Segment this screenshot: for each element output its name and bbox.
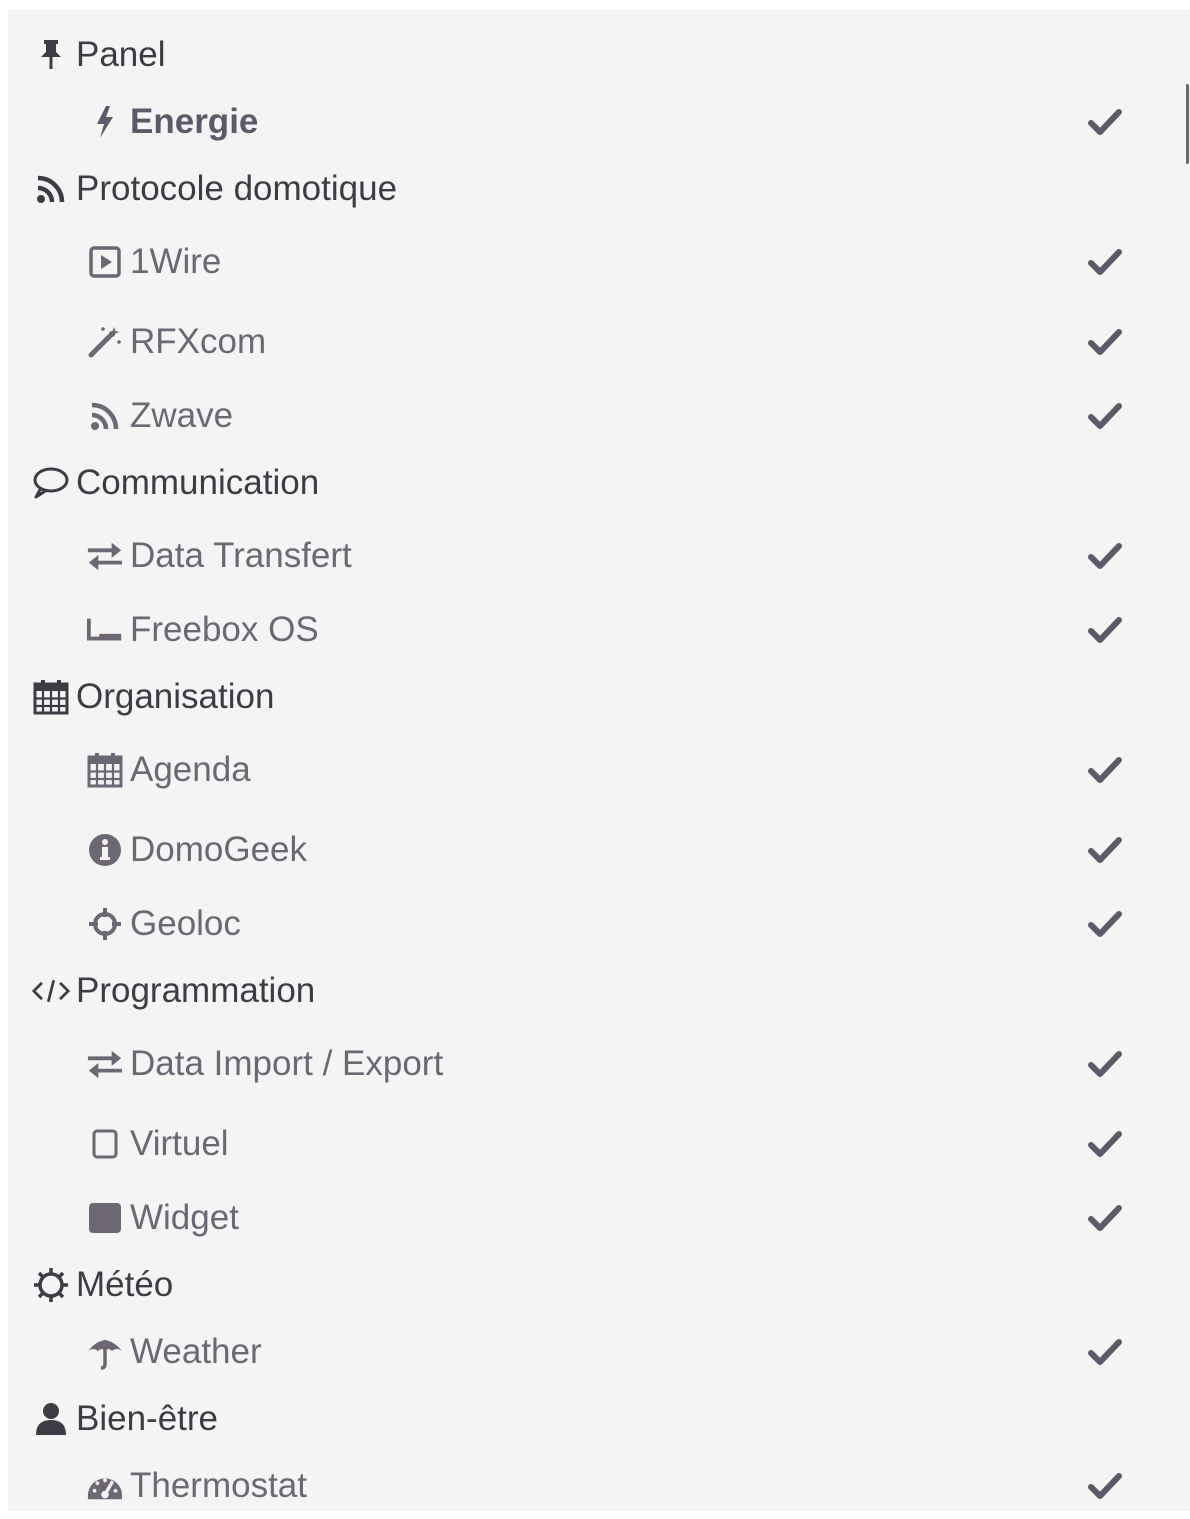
menu-item[interactable]: 1Wire [8,222,1190,302]
exchange-icon [86,1045,124,1083]
menu-category: Organisation [8,663,1190,730]
menu-category: Bien-être [8,1385,1190,1452]
menu-item[interactable]: Agenda [8,730,1190,810]
menu-item[interactable]: Zwave [8,382,1190,449]
check-icon [1088,754,1122,786]
menu-item[interactable]: RFXcom [8,302,1190,382]
square-filled-icon [86,1199,124,1237]
menu-item-label: Freebox OS [130,609,319,649]
exchange-icon [86,537,124,575]
menu-category: Protocole domotique [8,155,1190,222]
router-icon [86,611,124,649]
umbrella-icon [86,1333,124,1371]
menu-item-label: Data Transfert [130,536,352,575]
menu-item-label: RFXcom [130,322,267,361]
menu-category: Météo [8,1251,1190,1318]
menu-item[interactable]: Freebox OS [8,596,1190,663]
info-circle-icon [86,831,124,869]
menu-category-label: Panel [76,34,166,74]
menu-item-label: Data Import / Export [130,1044,444,1083]
play-square-icon [86,243,124,281]
menu-category: Communication [8,449,1190,516]
menu-item[interactable]: Energie [8,88,1190,155]
menu-category: Programmation [8,957,1190,1024]
dashboard-icon [86,1467,124,1505]
menu-category-label: Protocole domotique [76,168,398,208]
rss-icon [32,170,70,208]
menu-item[interactable]: Data Import / Export [8,1024,1190,1104]
check-icon [1088,246,1122,278]
menu-item-label: DomoGeek [130,830,308,869]
menu-item[interactable]: Thermostat [8,1452,1190,1519]
menu-item[interactable]: Widget [8,1184,1190,1251]
check-icon [1088,1202,1122,1234]
menu-category-label: Programmation [76,970,316,1010]
user-icon [32,1400,70,1438]
menu-item[interactable]: Data Transfert [8,516,1190,596]
check-icon [1088,1128,1122,1160]
menu-item[interactable]: Geoloc [8,890,1190,957]
menu-item[interactable]: DomoGeek [8,810,1190,890]
menu-item-label: Zwave [130,395,234,435]
square-outline-icon [86,1125,124,1163]
menu-category-label: Météo [76,1264,174,1304]
menu-item-label: Agenda [130,750,251,789]
speech-bubble-icon [32,464,70,502]
menu-item-label: 1Wire [130,242,222,281]
menu-item-label: Energie [130,101,259,141]
code-icon [32,972,70,1010]
crosshairs-icon [86,905,124,943]
check-icon [1088,1048,1122,1080]
menu-item-label: Geoloc [130,903,241,943]
menu-item-label: Widget [130,1197,239,1237]
menu-category: Panel [8,21,1190,88]
check-icon [1088,834,1122,866]
check-icon [1088,106,1122,138]
menu-category-label: Communication [76,462,320,502]
plugin-menu-panel: Panel Energie Protocole domotique 1Wire RFXc… [8,10,1190,1511]
calendar-icon [32,678,70,716]
menu-item-label: Weather [130,1331,262,1371]
menu-item-label: Thermostat [130,1465,307,1505]
menu-category-label: Bien-être [76,1398,219,1438]
scroll-indicator[interactable] [1186,84,1189,164]
calendar-icon [86,751,124,789]
pin-icon [32,36,70,74]
menu-category-label: Organisation [76,676,275,716]
check-icon [1088,1336,1122,1368]
menu-item-label: Virtuel [130,1124,229,1163]
menu-item[interactable]: Virtuel [8,1104,1190,1184]
magic-wand-icon [86,323,124,361]
check-icon [1088,540,1122,572]
check-icon [1088,908,1122,940]
check-icon [1088,400,1122,432]
menu-item[interactable]: Weather [8,1318,1190,1385]
bolt-icon [86,103,124,141]
check-icon [1088,614,1122,646]
check-icon [1088,1470,1122,1502]
check-icon [1088,326,1122,358]
sun-icon [32,1266,70,1304]
rss-icon [86,397,124,435]
